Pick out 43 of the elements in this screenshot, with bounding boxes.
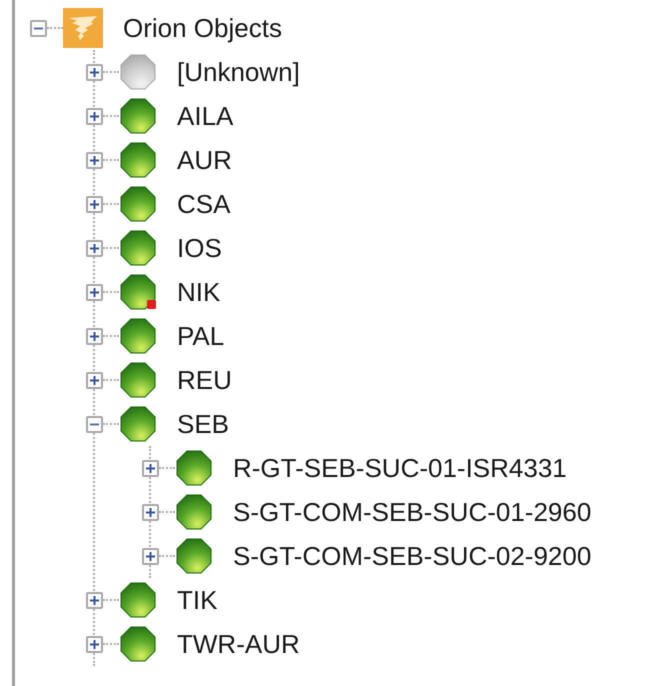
tree-item-label[interactable]: R-GT-SEB-SUC-01-ISR4331 (233, 455, 567, 481)
tree-item-label[interactable]: AILA (177, 103, 234, 129)
tree-item-label[interactable]: AUR (177, 147, 232, 173)
expand-button[interactable] (142, 548, 159, 564)
tree-item-label[interactable]: NIK (177, 279, 220, 305)
tree-item-label[interactable]: S-GT-COM-SEB-SUC-01-2960 (233, 499, 592, 525)
expand-button[interactable] (86, 636, 103, 652)
tree-item-label[interactable]: IOS (177, 235, 222, 261)
expand-button[interactable] (86, 240, 103, 256)
tree-item-label[interactable]: CSA (177, 191, 230, 217)
plus-icon (89, 374, 100, 386)
plus-icon (89, 638, 100, 650)
expand-button[interactable] (86, 64, 103, 80)
expand-button[interactable] (142, 504, 159, 520)
expand-button[interactable] (86, 196, 103, 212)
expand-button[interactable] (142, 460, 159, 476)
collapse-button[interactable] (86, 416, 103, 432)
plus-icon (89, 286, 100, 298)
expand-button[interactable] (86, 328, 103, 344)
tree-item-label[interactable]: TWR-AUR (177, 631, 300, 657)
tree-item-label[interactable]: PAL (177, 323, 224, 349)
collapse-button[interactable] (30, 20, 47, 36)
plus-icon (145, 506, 156, 518)
tree-item-label[interactable]: [Unknown] (177, 59, 300, 85)
expand-button[interactable] (86, 592, 103, 608)
tree-item-label[interactable]: TIK (177, 587, 218, 613)
tree-item-label[interactable]: Orion Objects (123, 15, 282, 41)
plus-icon (89, 242, 100, 254)
tree-item-label[interactable]: S-GT-COM-SEB-SUC-02-9200 (233, 543, 592, 569)
plus-icon (145, 550, 156, 562)
tree-item-label[interactable]: REU (177, 367, 232, 393)
plus-icon (89, 594, 100, 606)
plus-icon (89, 66, 100, 78)
tree-item-label[interactable]: SEB (177, 411, 230, 437)
expand-button[interactable] (86, 372, 103, 388)
plus-icon (89, 198, 100, 210)
plus-icon (145, 462, 156, 474)
plus-icon (89, 110, 100, 122)
plus-icon (89, 154, 100, 166)
expand-button[interactable] (86, 284, 103, 300)
expand-button[interactable] (86, 152, 103, 168)
expand-button[interactable] (86, 108, 103, 124)
plus-icon (89, 330, 100, 342)
